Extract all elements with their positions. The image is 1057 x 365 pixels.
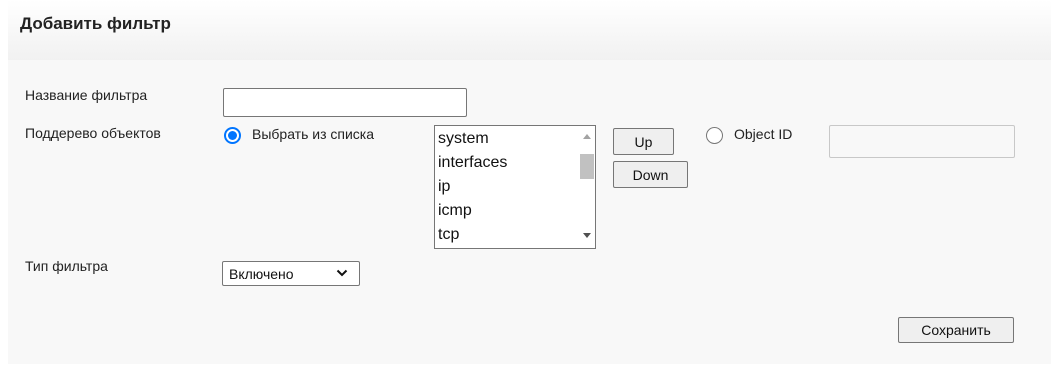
select-from-list-label[interactable]: Выбрать из списка — [252, 126, 374, 142]
scroll-down-arrow-icon[interactable] — [583, 233, 591, 238]
move-up-button[interactable]: Up — [613, 128, 674, 155]
select-from-list-radio[interactable] — [224, 127, 241, 144]
filter-name-input[interactable] — [223, 88, 467, 117]
filter-type-selected-value: Включено — [229, 266, 294, 282]
list-item[interactable]: interfaces — [437, 151, 507, 175]
subtree-list: system interfaces ip icmp tcp — [437, 127, 507, 247]
list-item[interactable]: ip — [437, 175, 507, 199]
object-id-label[interactable]: Object ID — [734, 126, 792, 142]
header-bar: Добавить фильтр — [8, 0, 1051, 60]
scroll-thumb[interactable] — [580, 154, 594, 179]
object-id-input[interactable] — [829, 125, 1015, 158]
chevron-down-icon — [336, 269, 348, 277]
move-down-button[interactable]: Down — [613, 161, 688, 188]
subtree-label: Поддерево объектов — [25, 125, 161, 141]
filter-name-label: Название фильтра — [25, 87, 148, 103]
filter-type-label: Тип фильтра — [25, 258, 108, 274]
list-item[interactable]: tcp — [437, 223, 507, 247]
object-id-radio[interactable] — [706, 127, 723, 144]
page-title: Добавить фильтр — [20, 14, 171, 33]
save-button[interactable]: Сохранить — [898, 317, 1014, 343]
list-item[interactable]: icmp — [437, 199, 507, 223]
subtree-listbox[interactable]: system interfaces ip icmp tcp — [434, 125, 596, 249]
list-item[interactable]: system — [437, 127, 507, 151]
scroll-up-arrow-icon[interactable] — [583, 134, 591, 139]
listbox-scrollbar[interactable] — [578, 126, 595, 248]
filter-type-select[interactable]: Включено — [222, 261, 360, 286]
